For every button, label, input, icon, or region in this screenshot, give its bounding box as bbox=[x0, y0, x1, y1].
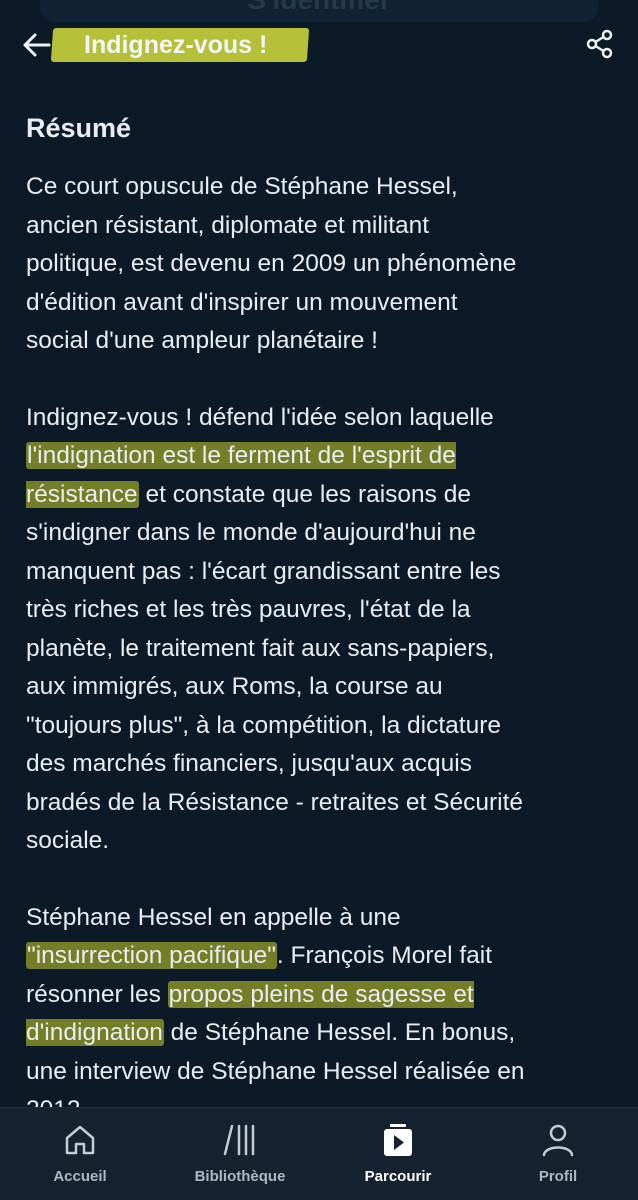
nav-label-accueil: Accueil bbox=[53, 1168, 107, 1185]
library-icon bbox=[223, 1124, 255, 1156]
nav-item-parcourir[interactable]: Parcourir bbox=[338, 1118, 458, 1185]
highlight-insurrection-pacifique: "insurrection pacifique" bbox=[26, 942, 277, 969]
nav-item-bibliotheque[interactable]: Bibliothèque bbox=[180, 1118, 300, 1185]
nav-label-parcourir: Parcourir bbox=[364, 1168, 432, 1185]
profile-icon bbox=[542, 1124, 574, 1157]
page-title: Indignez-vous ! bbox=[84, 31, 268, 59]
nav-item-accueil[interactable]: Accueil bbox=[20, 1118, 140, 1185]
home-icon bbox=[65, 1125, 95, 1155]
title-container: Indignez-vous ! bbox=[50, 22, 310, 68]
summary-paragraph-1: Ce court opuscule de Stéphane Hessel, an… bbox=[26, 173, 517, 354]
summary-heading: Résumé bbox=[26, 113, 132, 143]
arrow-left-icon bbox=[23, 33, 51, 57]
back-button[interactable] bbox=[22, 32, 52, 58]
share-icon bbox=[586, 29, 613, 59]
summary-paragraph-2: Indignez-vous ! défend l'idée selon laqu… bbox=[26, 399, 616, 861]
paragraph-3-start: Stéphane Hessel en appelle à une bbox=[26, 903, 401, 931]
signin-button-partial[interactable]: S'identifier bbox=[40, 0, 598, 22]
paragraph-2-start: Indignez-vous ! défend l'idée selon laqu… bbox=[26, 403, 494, 431]
browse-play-icon bbox=[384, 1124, 412, 1156]
nav-label-bibliotheque: Bibliothèque bbox=[194, 1168, 286, 1185]
app-header: Indignez-vous ! bbox=[0, 22, 638, 68]
nav-item-profil[interactable]: Profil bbox=[498, 1118, 618, 1185]
share-button[interactable] bbox=[584, 28, 616, 60]
summary-paragraph-3: Stéphane Hessel en appelle à une "insurr… bbox=[26, 899, 616, 1130]
summary-section: Résumé Ce court opuscule de Stéphane Hes… bbox=[26, 108, 616, 1130]
paragraph-2-rest: et constate que les raisons de s'indigne… bbox=[26, 480, 524, 855]
nav-label-profil: Profil bbox=[538, 1168, 578, 1185]
bottom-navigation: Accueil Bibliothèque Parcourir Profil bbox=[0, 1107, 638, 1200]
